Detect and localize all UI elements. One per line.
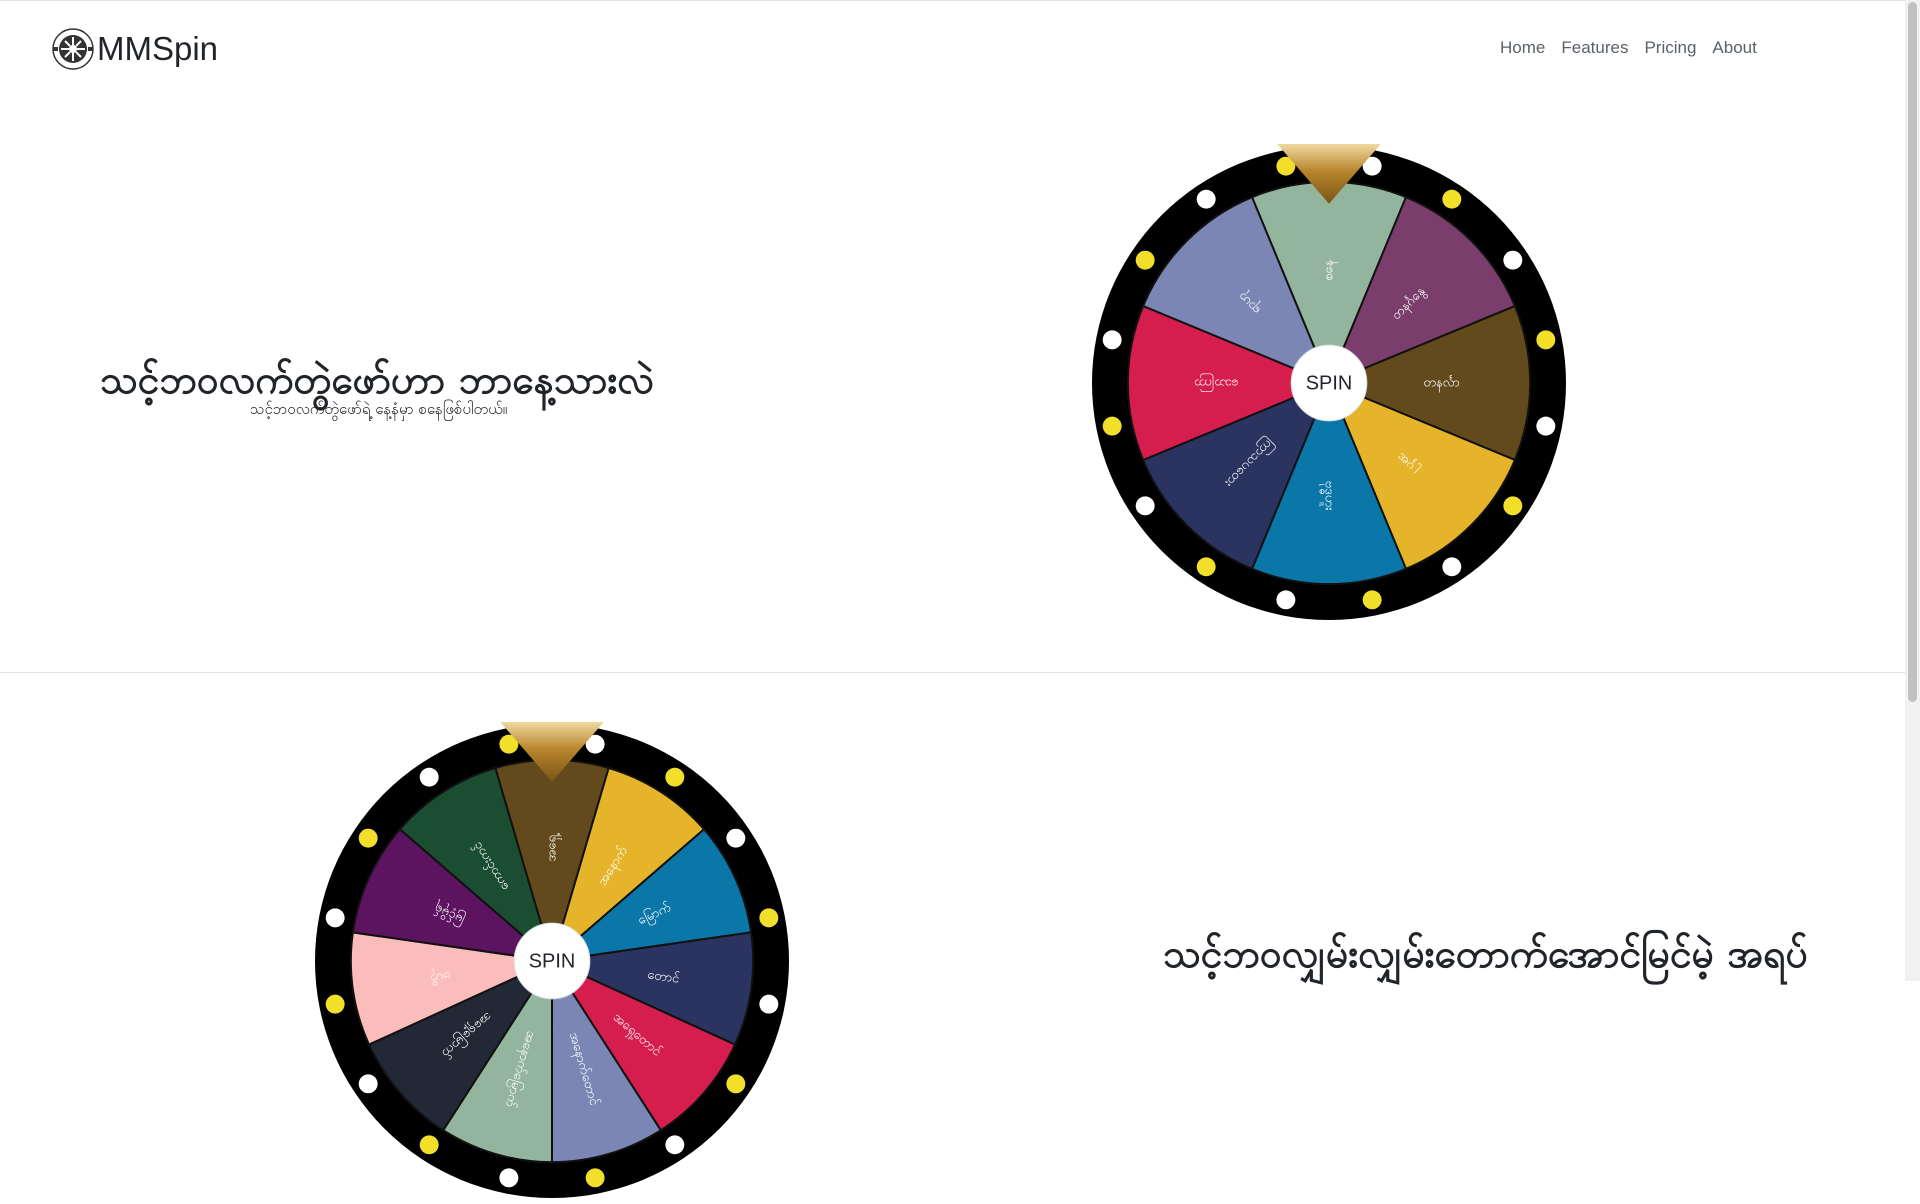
rim-light: [1503, 250, 1523, 270]
segment-label: စနေ: [1322, 260, 1339, 281]
rim-light: [419, 1135, 439, 1155]
rim-light: [325, 994, 345, 1014]
rim-light: [665, 1135, 685, 1155]
brand-link[interactable]: MMSpin: [51, 27, 218, 71]
segment-label: ဗုဒ္ဓဟူး: [1320, 481, 1337, 511]
rim-light: [499, 1168, 519, 1188]
section-divider: [0, 672, 1905, 673]
rim-light: [358, 1074, 378, 1094]
navbar: MMSpin Home Features Pricing About: [0, 0, 1905, 98]
rim-light: [419, 767, 439, 787]
section2-title: သင့်ဘဝလျှမ်းလျှမ်းတောက်အောင်မြင်မဲ့ အရပ်: [1163, 932, 1808, 978]
rim-light: [726, 1074, 746, 1094]
rim-light: [1362, 590, 1382, 610]
spin-button-label: SPIN: [1306, 372, 1352, 394]
rim-light: [759, 994, 779, 1014]
wheel-svg: စနေတနင်္ဂနွေတနင်္လာအင်္ဂါဗုဒ္ဓဟူးကြာသပတေ…: [1091, 144, 1567, 621]
rim-light: [325, 908, 345, 928]
wheel-svg: အရှေ့ အနောက်မြောက်တောင်အရှေ့တောင်အနောက်တေ…: [314, 722, 790, 1199]
nav-features[interactable]: Features: [1561, 38, 1628, 58]
rim-light: [1102, 330, 1122, 350]
brand-name: MMSpin: [97, 30, 219, 67]
rim-light: [1276, 590, 1296, 610]
rim-light: [1135, 250, 1155, 270]
rim-light: [585, 1168, 605, 1188]
rim-light: [1135, 496, 1155, 516]
nav-pricing[interactable]: Pricing: [1644, 38, 1696, 58]
scrollbar-thumb[interactable]: [1908, 2, 1917, 702]
rim-light: [1196, 557, 1216, 577]
rim-light: [1536, 416, 1556, 436]
rim-light: [1503, 496, 1523, 516]
spin-wheel-direction[interactable]: အရှေ့ အနောက် မြောက် တောင် အရှေ့တောင် အနောက်တေ…: [313, 722, 791, 1200]
rim-light: [1196, 189, 1216, 209]
segment-label: အရှေ့: [545, 833, 562, 862]
spin-wheel-day[interactable]: စနေ တနင်္ဂနွေ တနင်္လာ အင်္ဂါ ဗုဒ္ဓဟူး ကြာသပတေ…: [1090, 144, 1568, 622]
segment-label: သောကြာ: [1194, 374, 1239, 393]
nav-about[interactable]: About: [1712, 38, 1756, 58]
hero-subtitle: သင့်ဘဝလက်တွဲဖော်ရဲ့ နေ့နံမှာ စနေဖြစ်ပါတယ…: [250, 400, 508, 418]
main-nav: Home Features Pricing About: [1500, 38, 1773, 58]
rim-light: [358, 828, 378, 848]
spin-wheel-logo-icon: [52, 28, 94, 70]
spin-button-label: SPIN: [529, 950, 575, 972]
rim-light: [665, 767, 685, 787]
page-scrollbar[interactable]: [1905, 0, 1920, 981]
rim-light: [1442, 557, 1462, 577]
rim-light: [1442, 189, 1462, 209]
nav-home[interactable]: Home: [1500, 38, 1545, 58]
rim-light: [759, 908, 779, 928]
segment-label: တနင်္လာ: [1423, 375, 1460, 393]
rim-light: [1102, 416, 1122, 436]
rim-light: [726, 828, 746, 848]
rim-light: [1536, 330, 1556, 350]
